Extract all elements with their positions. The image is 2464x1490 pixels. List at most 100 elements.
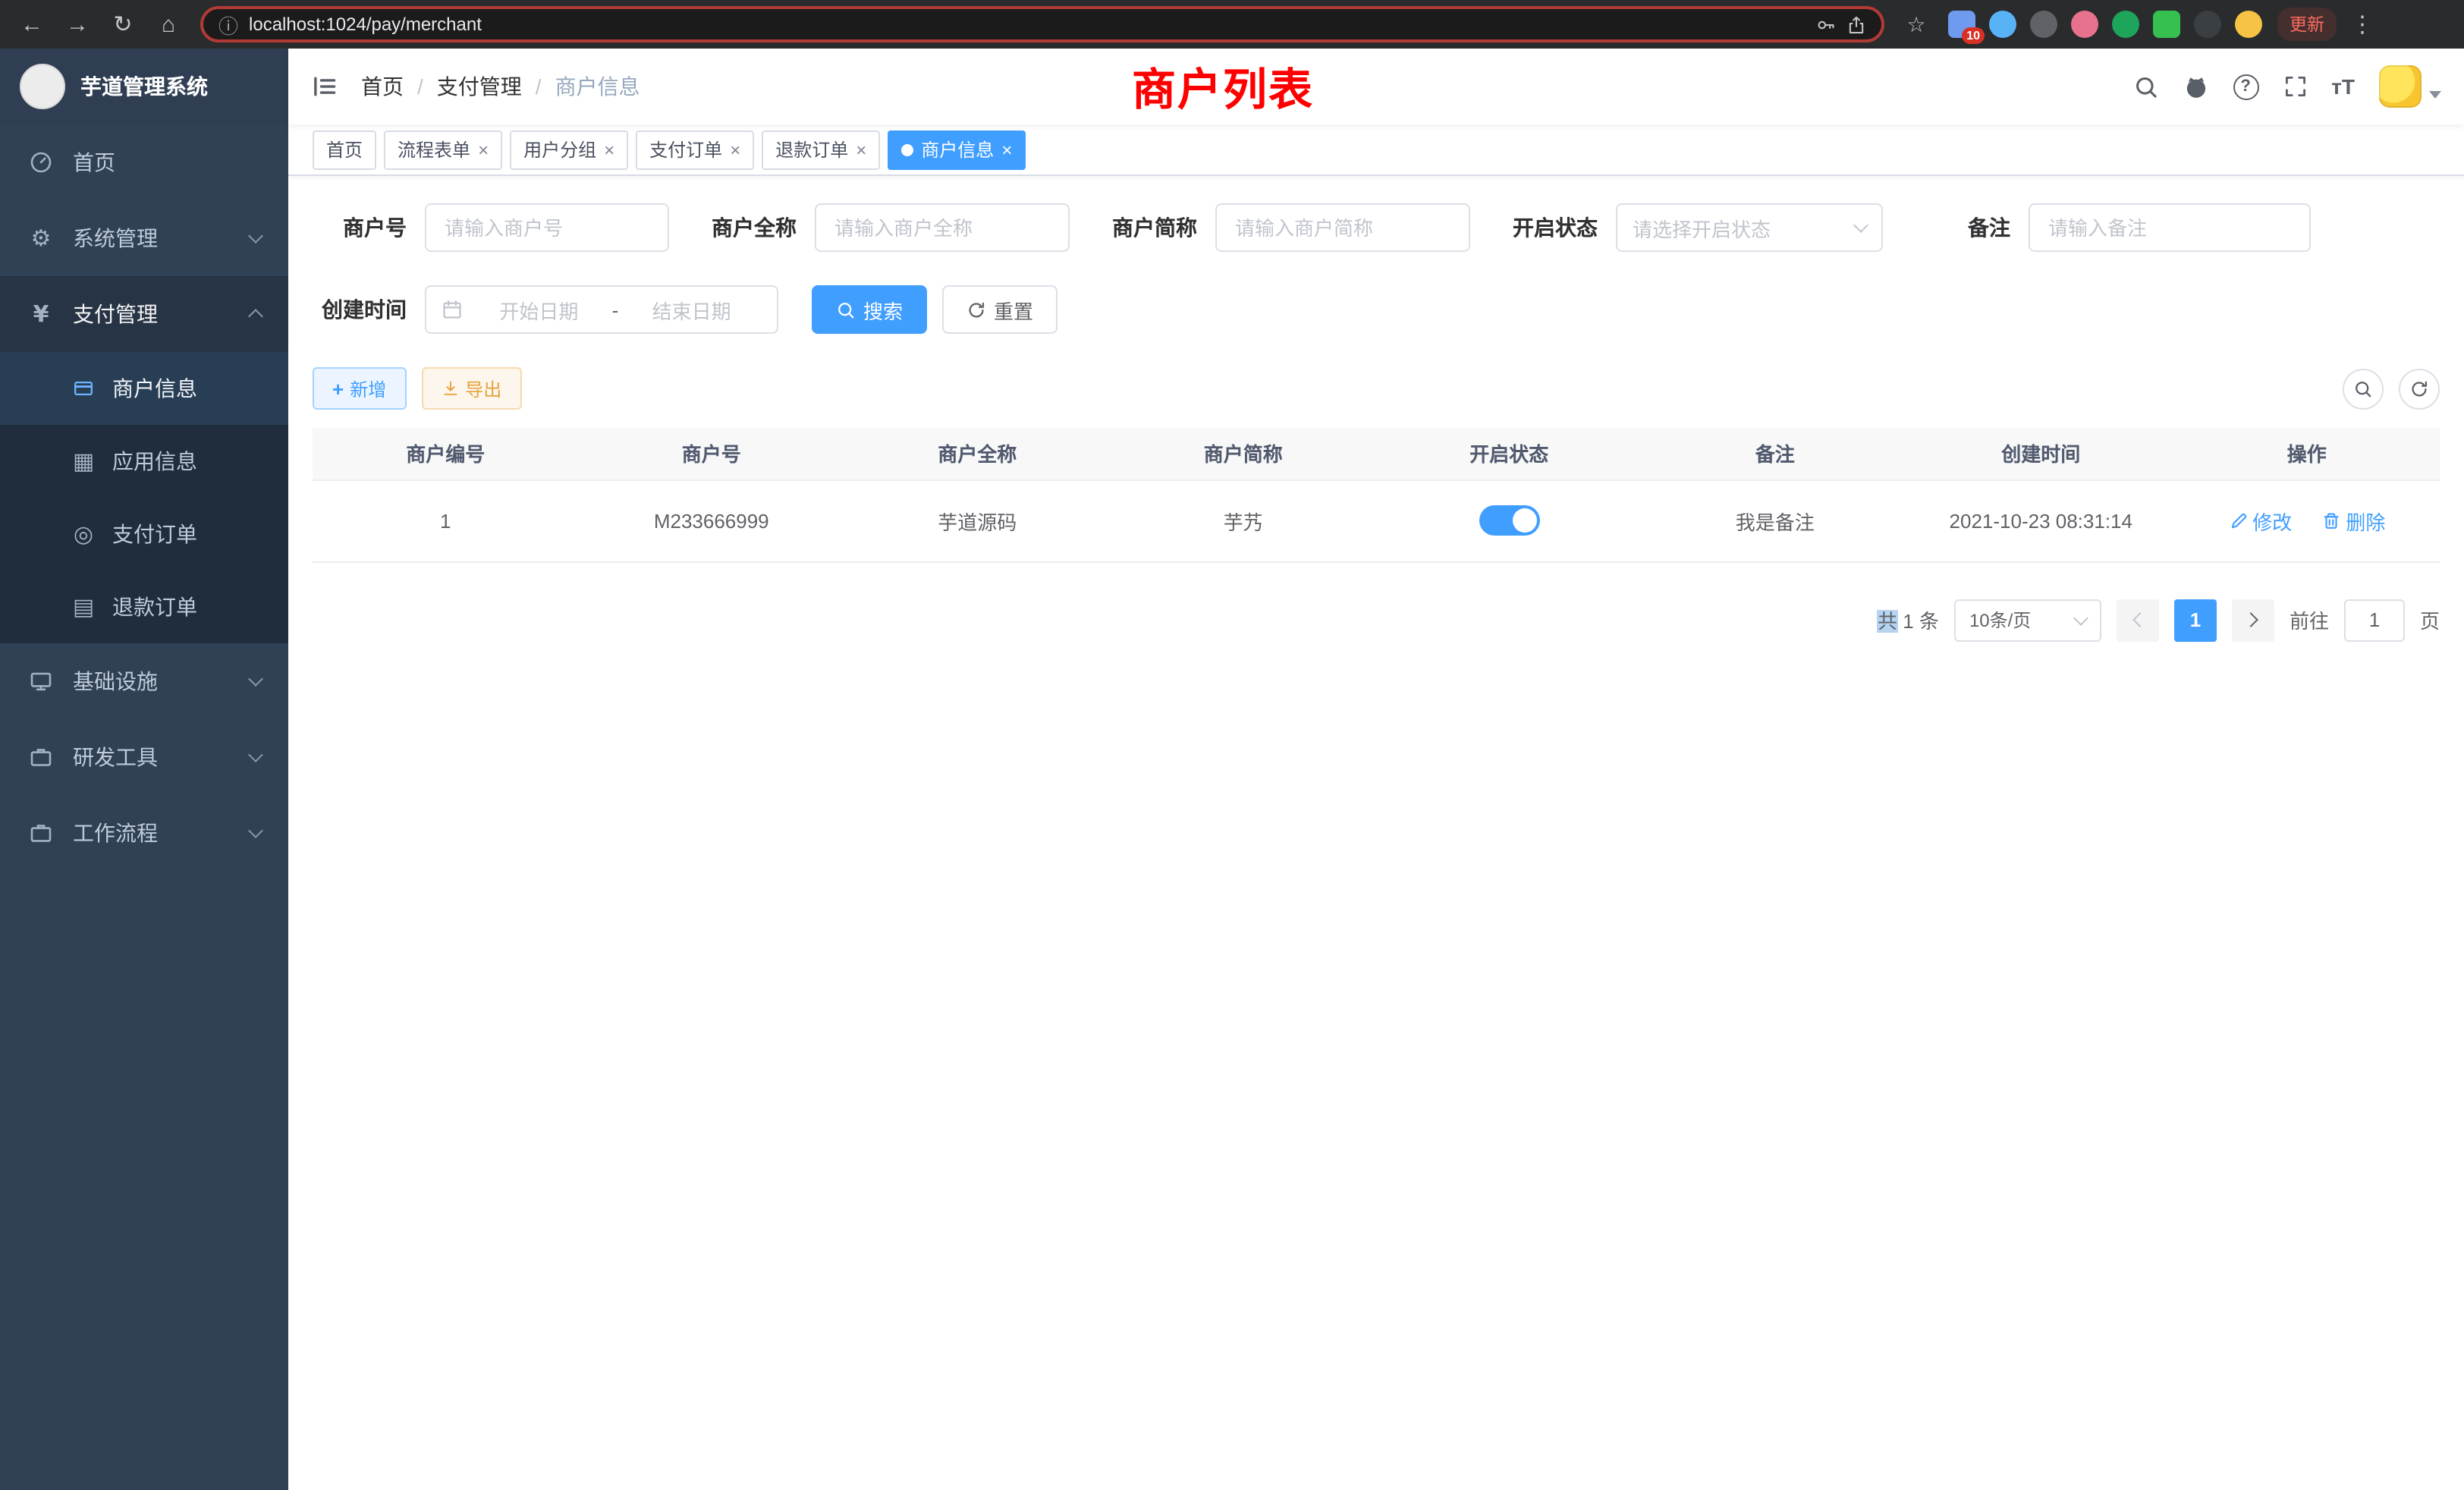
sidebar-item-payment[interactable]: ¥ 支付管理	[0, 276, 288, 352]
merchant-no-input[interactable]	[425, 203, 669, 252]
status-select[interactable]: 请选择开启状态	[1616, 203, 1883, 252]
fullscreen-icon[interactable]	[2283, 74, 2307, 99]
search-icon[interactable]	[2132, 74, 2158, 99]
filter-full-name: 商户全称	[702, 203, 1070, 252]
password-key-icon[interactable]	[1816, 14, 1836, 34]
sidebar-item-dev-tools[interactable]: 研发工具	[0, 719, 288, 795]
sidebar-item-workflow[interactable]: 工作流程	[0, 795, 288, 871]
payment-submenu: 商户信息 ▦ 应用信息 ◎ 支付订单 ▤ 退款订单	[0, 352, 288, 643]
tab-close-icon[interactable]: ×	[478, 140, 489, 159]
tab-user-group[interactable]: 用户分组 ×	[510, 130, 628, 169]
export-button[interactable]: 导出	[421, 367, 521, 410]
bookmark-star-icon[interactable]: ☆	[1897, 5, 1936, 44]
tab-close-icon[interactable]: ×	[604, 140, 614, 159]
github-icon[interactable]	[2183, 74, 2208, 99]
filter-merchant-no: 商户号	[313, 203, 669, 252]
tab-home[interactable]: 首页	[313, 130, 376, 169]
tab-pay-order[interactable]: 支付订单 ×	[636, 130, 754, 169]
extension-smiley-icon[interactable]	[2235, 11, 2262, 38]
sidebar-item-merchant-info[interactable]: 商户信息	[0, 352, 288, 425]
tab-merchant-info[interactable]: 商户信息 ×	[888, 130, 1026, 169]
chevron-down-icon	[248, 671, 263, 687]
sidebar-item-pay-order[interactable]: ◎ 支付订单	[0, 498, 288, 571]
tab-close-icon[interactable]: ×	[730, 140, 740, 159]
browser-menu-icon[interactable]: ⋮	[2343, 5, 2382, 44]
delete-button[interactable]: 删除	[2321, 506, 2385, 535]
tab-process-form[interactable]: 流程表单 ×	[384, 130, 502, 169]
prev-page-button[interactable]	[2117, 599, 2159, 641]
export-button-label: 导出	[465, 376, 501, 401]
status-toggle[interactable]	[1479, 505, 1539, 536]
filter-short-name: 商户简称	[1103, 203, 1470, 252]
filter-label: 商户号	[313, 212, 407, 243]
sidebar-item-system[interactable]: ⚙ 系统管理	[0, 200, 288, 276]
url-bar[interactable]: ⓘ localhost:1024/pay/merchant	[200, 6, 1884, 42]
full-name-input[interactable]	[815, 203, 1070, 252]
remark-input[interactable]	[2029, 203, 2311, 252]
dashboard-icon	[27, 150, 55, 174]
extension-icon[interactable]	[2030, 11, 2057, 38]
extension-icon[interactable]	[1989, 11, 2016, 38]
toggle-search-button[interactable]	[2343, 368, 2384, 409]
end-date-placeholder: 结束日期	[621, 295, 762, 324]
extension-puzzle-icon[interactable]: 10	[1948, 11, 1975, 38]
site-info-icon[interactable]: ⓘ	[218, 10, 238, 39]
filter-row-1: 商户号 商户全称 商户简称 开启状态 请选择开启状态	[313, 203, 2440, 252]
font-size-icon[interactable]: тT	[2331, 74, 2355, 99]
search-button[interactable]: 搜索	[812, 285, 927, 334]
tab-label: 商户信息	[921, 137, 994, 162]
user-menu[interactable]	[2379, 65, 2441, 108]
gear-icon: ⚙	[27, 225, 55, 252]
browser-toolbar: ← → ↻ ⌂ ⓘ localhost:1024/pay/merchant ☆ …	[0, 0, 2464, 49]
logo-avatar	[20, 64, 65, 109]
cell-short-name: 芋艿	[1111, 479, 1377, 561]
filter-label: 开启状态	[1504, 212, 1598, 243]
page-number-button[interactable]: 1	[2174, 599, 2217, 641]
home-icon[interactable]: ⌂	[149, 5, 188, 44]
tab-close-icon[interactable]: ×	[1001, 140, 1012, 159]
navbar-actions: ? тT	[2132, 65, 2441, 108]
sidebar-item-label: 研发工具	[73, 742, 158, 772]
hamburger-icon[interactable]	[311, 73, 338, 100]
share-icon[interactable]	[1846, 14, 1866, 34]
avatar	[2379, 65, 2422, 108]
grid-icon: ▦	[70, 448, 97, 475]
add-button[interactable]: + 新增	[313, 367, 406, 410]
tags-view: 首页 流程表单 × 用户分组 × 支付订单 × 退款订单 ×	[288, 124, 2464, 176]
next-page-button[interactable]	[2232, 599, 2274, 641]
forward-icon[interactable]: →	[58, 5, 97, 44]
sidebar-item-refund-order[interactable]: ▤ 退款订单	[0, 571, 288, 643]
logo-area[interactable]: 芋道管理系统	[0, 49, 288, 124]
column-header-short-name: 商户简称	[1111, 428, 1377, 479]
sidebar-item-app-info[interactable]: ▦ 应用信息	[0, 425, 288, 498]
total-count: 共 1 条	[1878, 605, 1939, 634]
sidebar-item-infrastructure[interactable]: 基础设施	[0, 643, 288, 719]
create-time-range-picker[interactable]: 开始日期 - 结束日期	[425, 285, 778, 334]
table-row: 1 M233666999 芋道源码 芋艿 我是备注 2021-10-23 08:…	[313, 479, 2440, 561]
filter-status: 开启状态 请选择开启状态	[1504, 203, 1883, 252]
tab-refund-order[interactable]: 退款订单 ×	[762, 130, 880, 169]
sidebar-item-label: 基础设施	[73, 666, 158, 696]
tab-close-icon[interactable]: ×	[856, 140, 866, 159]
back-icon[interactable]: ←	[12, 5, 52, 44]
extension-icon[interactable]	[2194, 11, 2221, 38]
page-size-select[interactable]: 10条/页	[1954, 599, 2101, 641]
extension-avatar-icon[interactable]	[2071, 11, 2098, 38]
refresh-table-button[interactable]	[2399, 368, 2440, 409]
breadcrumb-home[interactable]: 首页	[361, 71, 404, 102]
chrome-update-button[interactable]: 更新	[2277, 8, 2337, 41]
filter-row-2: 创建时间 开始日期 - 结束日期 搜索 重置	[313, 285, 2440, 334]
sidebar-item-home[interactable]: 首页	[0, 124, 288, 200]
reload-icon[interactable]: ↻	[103, 5, 143, 44]
extension-icon[interactable]	[2112, 11, 2139, 38]
short-name-input[interactable]	[1215, 203, 1470, 252]
edit-button[interactable]: 修改	[2228, 506, 2292, 535]
sidebar-item-label: 商户信息	[112, 373, 197, 404]
breadcrumb-payment[interactable]: 支付管理	[437, 71, 522, 102]
extension-icon[interactable]	[2153, 11, 2180, 38]
help-icon[interactable]: ?	[2233, 74, 2258, 99]
reset-button[interactable]: 重置	[942, 285, 1058, 334]
chevron-up-icon	[248, 309, 263, 324]
goto-page-input[interactable]	[2344, 599, 2405, 641]
sidebar-item-label: 退款订单	[112, 592, 197, 622]
